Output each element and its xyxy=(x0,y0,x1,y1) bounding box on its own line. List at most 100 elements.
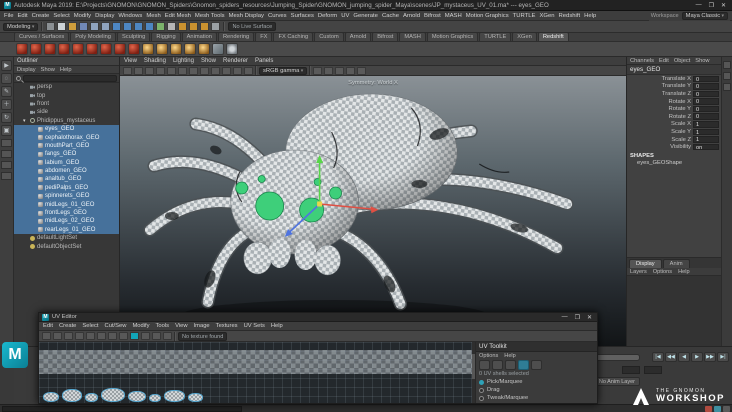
viewport-icon[interactable] xyxy=(211,66,220,75)
uv-editor-menu-item[interactable]: View xyxy=(175,323,187,329)
status-icon[interactable] xyxy=(68,22,78,31)
channel-value-field[interactable]: 0 xyxy=(693,113,719,120)
channel-value-field[interactable]: on xyxy=(693,143,719,151)
menu-item[interactable]: XGen xyxy=(539,13,554,19)
shelf-icon[interactable] xyxy=(198,43,210,55)
menu-item[interactable]: Mesh Display xyxy=(229,13,264,19)
channel-value-field[interactable]: 0 xyxy=(693,105,719,113)
outliner-item[interactable]: pediPalps_GEO xyxy=(14,183,119,193)
menu-item[interactable]: Select xyxy=(53,13,69,19)
viewport-menu-item[interactable]: Panels xyxy=(255,58,273,64)
channel-value-field[interactable]: 0 xyxy=(693,98,719,105)
shelf-icon[interactable] xyxy=(100,43,112,55)
shelf-icon[interactable] xyxy=(72,43,84,55)
uv-shell[interactable] xyxy=(85,393,98,402)
uv-editor-menu-item[interactable]: UV Sets xyxy=(244,323,265,329)
transport-button[interactable]: ▶| xyxy=(717,352,729,362)
shelf-tab[interactable]: Animation xyxy=(181,33,217,41)
tool-button[interactable]: ▶ xyxy=(1,60,12,71)
viewport-icon[interactable] xyxy=(167,66,176,75)
uv-shell[interactable] xyxy=(149,394,161,402)
viewport-menu-item[interactable]: Shading xyxy=(144,58,166,64)
uv-shell[interactable] xyxy=(164,390,185,402)
uv-editor-menu-item[interactable]: Edit xyxy=(43,323,53,329)
outliner-item[interactable]: top xyxy=(14,91,119,99)
shelf-tab[interactable]: Rigging xyxy=(151,33,181,41)
menu-item[interactable]: Mesh xyxy=(146,13,160,19)
viewport-icon[interactable] xyxy=(313,66,323,75)
shelf-icon[interactable] xyxy=(16,43,28,55)
uv-toolkit-tool-icon[interactable] xyxy=(505,360,516,370)
shape-node-name[interactable]: eyes_GEOShape xyxy=(627,159,721,166)
shelf-tab[interactable]: Motion Graphics xyxy=(426,33,479,41)
outliner-item[interactable]: midLegs_01_GEO xyxy=(14,200,119,209)
outliner-item[interactable]: frontLegs_GEO xyxy=(14,208,119,218)
status-icon[interactable] xyxy=(46,22,56,31)
layer-list[interactable] xyxy=(627,276,721,346)
sidebar-toggle-icon[interactable] xyxy=(723,61,731,69)
status-icon[interactable] xyxy=(211,22,221,31)
uv-toolkit-tool-icon[interactable] xyxy=(518,360,529,370)
viewport-icon[interactable] xyxy=(244,66,253,75)
viewport-icon[interactable] xyxy=(200,66,209,75)
viewport-icon[interactable] xyxy=(145,66,154,75)
uv-editor-menu-item[interactable]: Create xyxy=(59,323,76,329)
outliner-search-input[interactable] xyxy=(23,74,117,82)
uv-toolbar-icon[interactable] xyxy=(64,332,73,340)
uv-close-button[interactable]: ✕ xyxy=(587,314,592,321)
transport-button[interactable]: ◀◀ xyxy=(665,352,677,362)
uv-canvas[interactable] xyxy=(39,342,475,403)
uv-editor-menu-item[interactable]: Select xyxy=(82,323,98,329)
shelf-icon[interactable] xyxy=(86,43,98,55)
radio-icon[interactable] xyxy=(479,395,484,401)
maximize-button[interactable]: ❐ xyxy=(709,2,714,9)
end-frame-field[interactable] xyxy=(644,366,662,374)
uv-toolkit-menu-item[interactable]: Options xyxy=(479,353,498,359)
status-icon[interactable] xyxy=(134,22,144,31)
status-icon[interactable] xyxy=(145,22,155,31)
channel-value-field[interactable]: 0 xyxy=(693,90,719,98)
uv-shell[interactable] xyxy=(43,392,59,402)
uv-maximize-button[interactable]: ❐ xyxy=(575,314,580,321)
transport-button[interactable]: ▶ xyxy=(691,352,703,362)
viewport-icon[interactable] xyxy=(134,66,143,75)
outliner-item[interactable]: spinnerets_GEO xyxy=(14,192,119,201)
menu-item[interactable]: Edit Mesh xyxy=(165,13,191,19)
shelf-tab[interactable]: FX xyxy=(255,33,273,41)
menu-item[interactable]: Deform xyxy=(318,13,337,19)
channel-box-menu-item[interactable]: Object xyxy=(674,58,690,64)
uv-minimize-button[interactable]: — xyxy=(562,314,568,321)
tool-button[interactable]: ✎ xyxy=(1,86,12,97)
close-button[interactable]: ✕ xyxy=(721,2,726,9)
layer-editor-tab[interactable]: Display xyxy=(629,259,662,268)
menu-item[interactable]: UV xyxy=(341,13,349,19)
menu-item[interactable]: Help xyxy=(584,13,596,19)
outliner-item[interactable]: labium_GEO xyxy=(14,158,119,167)
start-frame-field[interactable] xyxy=(622,366,640,374)
uv-toolbar-icon[interactable] xyxy=(53,332,62,340)
viewport-icon[interactable] xyxy=(189,66,198,75)
status-icon[interactable] xyxy=(178,22,188,31)
channel-value-field[interactable]: 0 xyxy=(693,83,719,90)
uv-toolbar-icon[interactable] xyxy=(141,332,150,340)
menu-item[interactable]: Surfaces xyxy=(291,13,314,19)
viewport-icon[interactable] xyxy=(178,66,187,75)
menu-item[interactable]: Mesh Tools xyxy=(195,13,225,19)
status-icon[interactable] xyxy=(200,22,210,31)
outliner-item[interactable]: eyes_GEO xyxy=(14,124,119,134)
menu-item[interactable]: Create xyxy=(32,13,50,19)
radio-icon[interactable] xyxy=(479,387,484,393)
status-icon[interactable] xyxy=(189,22,199,31)
menu-item[interactable]: Bifrost xyxy=(424,13,441,19)
viewport-icon[interactable] xyxy=(222,66,231,75)
tool-button[interactable]: ↻ xyxy=(1,112,12,123)
title-bar[interactable]: M Autodesk Maya 2019: E:\Projects\GNOMON… xyxy=(0,0,732,11)
outliner-item[interactable]: mouthPart_GEO xyxy=(14,141,119,151)
shelf-tab[interactable]: Arnold xyxy=(344,33,372,41)
viewport-icon[interactable] xyxy=(357,66,367,75)
shelf-tab[interactable]: Redshift xyxy=(537,33,569,41)
menu-item[interactable]: Display xyxy=(95,13,114,19)
outliner-item[interactable]: front xyxy=(14,100,119,108)
layer-editor-menu-item[interactable]: Layers xyxy=(630,269,647,275)
outliner-item[interactable]: rearLegs_01_GEO xyxy=(14,225,119,235)
